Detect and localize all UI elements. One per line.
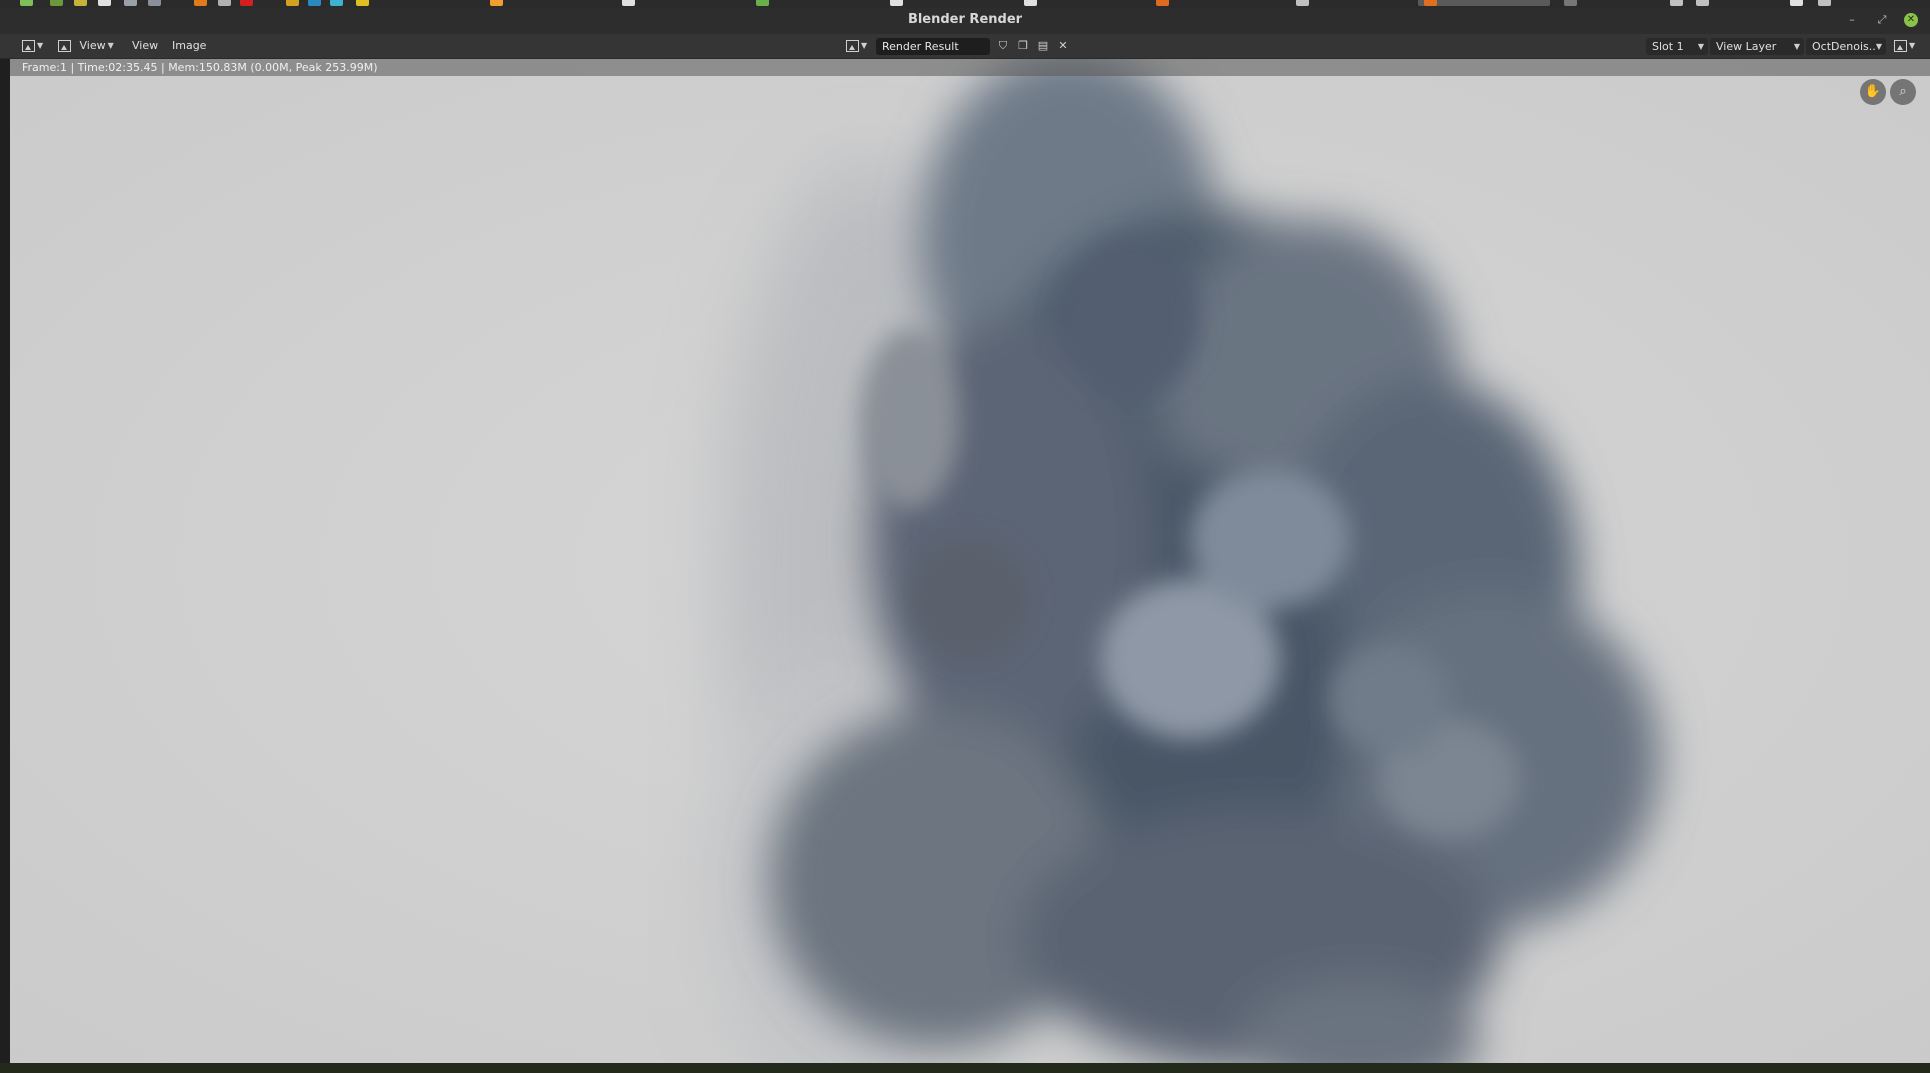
- active-task-button[interactable]: [1418, 0, 1550, 6]
- chevron-down-icon: ▼: [1697, 42, 1704, 51]
- tray-icon[interactable]: [1818, 0, 1831, 6]
- window-titlebar[interactable]: Blender Render – ⤢ ✕: [0, 8, 1930, 34]
- app-icon[interactable]: [330, 0, 343, 6]
- chevron-down-icon: ▼: [1909, 41, 1916, 50]
- view-menu[interactable]: View: [132, 37, 158, 55]
- render-stats-text: Frame:1 | Time:02:35.45 | Mem:150.83M (0…: [22, 61, 378, 74]
- unlink-image-icon[interactable]: ✕: [1056, 39, 1070, 53]
- editor-type-button[interactable]: ▼: [22, 37, 43, 55]
- fake-user-shield-icon[interactable]: ⛉: [996, 39, 1010, 53]
- render-result-image: [10, 59, 1930, 1063]
- slot-value: Slot 1: [1652, 40, 1684, 53]
- image-menu[interactable]: Image: [172, 37, 206, 55]
- zoom-icon[interactable]: ⌕: [1890, 79, 1916, 105]
- app-icon[interactable]: [1296, 0, 1309, 6]
- image-view-icon: [58, 40, 71, 52]
- app-icon[interactable]: [756, 0, 769, 6]
- image-browse-button[interactable]: ▼: [846, 37, 867, 55]
- display-channels-icon: [1894, 40, 1907, 52]
- image-name-field[interactable]: Render Result: [876, 38, 990, 55]
- view-menu-label: View: [79, 39, 106, 52]
- chevron-down-icon: ▼: [861, 41, 868, 50]
- render-pass-value: OctDenois..: [1812, 40, 1876, 53]
- app-icon[interactable]: [74, 0, 87, 6]
- app-icon[interactable]: [194, 0, 207, 6]
- chevron-down-icon: ▼: [1793, 42, 1800, 51]
- render-pass-dropdown[interactable]: OctDenois.. ▼: [1806, 38, 1886, 55]
- view-mode-button[interactable]: View ▼: [58, 37, 114, 55]
- tray-icon[interactable]: [1670, 0, 1683, 6]
- image-editor-header: ▼ View ▼ View Image ▼ Render Result ⛉ ❐ ▤…: [0, 34, 1930, 59]
- app-icon[interactable]: [356, 0, 369, 6]
- image-browse-icon: [846, 40, 859, 52]
- chevron-down-icon: ▼: [37, 41, 44, 50]
- tray-icon[interactable]: [1696, 0, 1709, 6]
- desktop-bottom-strip: [0, 1063, 1930, 1073]
- app-icon[interactable]: [20, 0, 33, 6]
- app-icon[interactable]: [286, 0, 299, 6]
- slot-dropdown[interactable]: Slot 1 ▼: [1646, 38, 1708, 55]
- app-icon[interactable]: [1024, 0, 1037, 6]
- close-icon[interactable]: ✕: [1904, 13, 1918, 27]
- minimize-icon[interactable]: –: [1844, 12, 1860, 28]
- display-channels-button[interactable]: ▼: [1894, 37, 1915, 55]
- chevron-down-icon: ▼: [1875, 42, 1882, 51]
- tray-icon[interactable]: [1790, 0, 1803, 6]
- open-image-folder-icon[interactable]: ▤: [1036, 39, 1050, 53]
- app-icon[interactable]: [98, 0, 111, 6]
- app-icon[interactable]: [890, 0, 903, 6]
- app-icon[interactable]: [218, 0, 231, 6]
- app-icon[interactable]: [148, 0, 161, 6]
- os-taskbar: [0, 0, 1930, 8]
- chevron-down-icon: ▼: [107, 41, 114, 50]
- area-edge: [0, 59, 10, 1063]
- app-icon[interactable]: [1156, 0, 1169, 6]
- app-icon[interactable]: [1424, 0, 1437, 6]
- app-icon[interactable]: [490, 0, 503, 6]
- view-layer-value: View Layer: [1716, 40, 1777, 53]
- app-icon[interactable]: [240, 0, 253, 6]
- app-icon[interactable]: [622, 0, 635, 6]
- app-icon[interactable]: [308, 0, 321, 6]
- render-viewport[interactable]: Frame:1 | Time:02:35.45 | Mem:150.83M (0…: [10, 59, 1930, 1063]
- render-stats-bar: Frame:1 | Time:02:35.45 | Mem:150.83M (0…: [10, 59, 1930, 76]
- hand-icon[interactable]: ✋: [1860, 79, 1886, 105]
- app-icon[interactable]: [1564, 0, 1577, 6]
- new-image-icon[interactable]: ❐: [1016, 39, 1030, 53]
- window-title: Blender Render: [907, 12, 1023, 27]
- view-layer-dropdown[interactable]: View Layer ▼: [1710, 38, 1804, 55]
- maximize-icon[interactable]: ⤢: [1874, 12, 1890, 28]
- image-editor-icon: [22, 40, 35, 52]
- blender-render-window: Blender Render – ⤢ ✕ ▼ View ▼ View Image …: [0, 8, 1930, 1063]
- app-icon[interactable]: [124, 0, 137, 6]
- app-icon[interactable]: [50, 0, 63, 6]
